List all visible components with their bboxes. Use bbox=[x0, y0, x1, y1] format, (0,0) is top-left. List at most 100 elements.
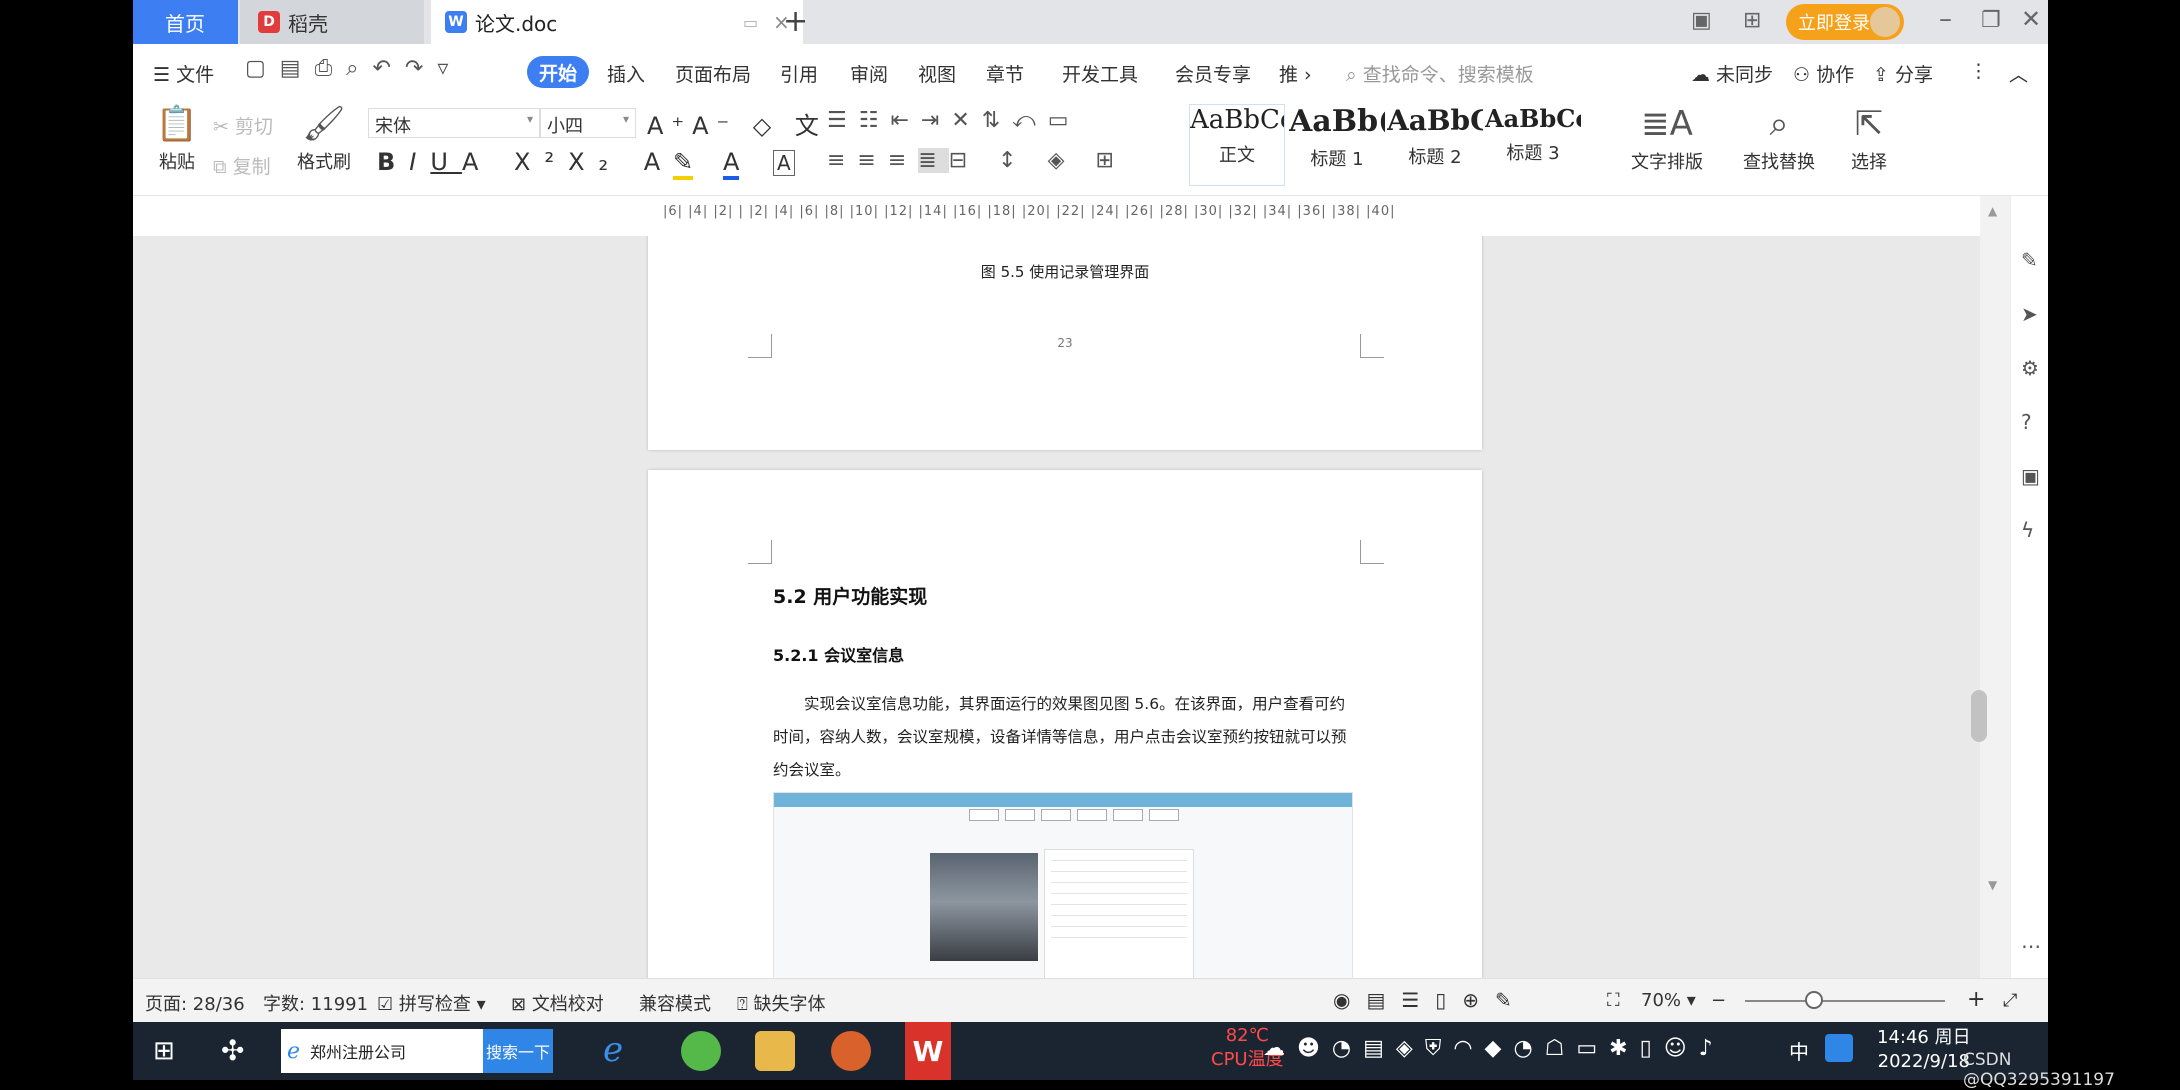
tab-insert[interactable]: 插入 bbox=[607, 60, 645, 87]
select-label: 选择 bbox=[1851, 152, 1887, 173]
style-heading2-preview: AaBbC bbox=[1387, 104, 1483, 137]
highlight-icon[interactable]: ✎ bbox=[673, 148, 694, 180]
qq-browser-icon[interactable] bbox=[1825, 1034, 1853, 1062]
embedded-screenshot bbox=[773, 792, 1353, 978]
find-replace-button[interactable]: ⌕ 查找替换 bbox=[1733, 104, 1825, 174]
taskbar-search-button[interactable]: 搜索一下 bbox=[483, 1029, 553, 1073]
close-icon[interactable]: ✕ bbox=[2021, 5, 2041, 33]
text-format-icons[interactable]: BIUA X²X₂ A bbox=[377, 148, 674, 176]
image-tool-icon[interactable]: ▣ bbox=[2021, 464, 2040, 488]
text-layout-button[interactable]: ≣A 文字排版 bbox=[1621, 104, 1713, 174]
zoom-in-icon[interactable]: + bbox=[1967, 987, 1985, 1012]
font-size-value: 小四 bbox=[547, 116, 583, 137]
scrollbar-thumb[interactable] bbox=[1971, 690, 1987, 742]
file-menu[interactable]: ☰ 文件 bbox=[153, 60, 214, 87]
missing-font-label: 缺失字体 bbox=[753, 994, 826, 1015]
tab-document[interactable]: W 论文.doc ▭ × bbox=[431, 0, 803, 44]
style-heading1[interactable]: AaBb(标题 1 bbox=[1289, 104, 1385, 186]
tab-developer[interactable]: 开发工具 bbox=[1062, 60, 1138, 87]
tab-start[interactable]: 开始 bbox=[527, 56, 589, 88]
clock[interactable]: 14:46 周日 2022/9/18 bbox=[1877, 1026, 1971, 1074]
tab-more[interactable]: 推 › bbox=[1279, 60, 1312, 87]
tab-chapter[interactable]: 章节 bbox=[986, 60, 1024, 87]
tab-review[interactable]: 审阅 bbox=[850, 60, 888, 87]
pen-icon[interactable]: ✎ bbox=[2021, 248, 2038, 272]
app-orange-icon[interactable] bbox=[831, 1031, 871, 1071]
format-painter-button[interactable]: 🖌 格式刷 bbox=[291, 104, 357, 174]
settings-sliders-icon[interactable]: ⚙ bbox=[2021, 356, 2039, 380]
restore-icon[interactable]: ❐ bbox=[1981, 8, 2001, 33]
format-painter-label: 格式刷 bbox=[297, 152, 351, 173]
page-indicator[interactable]: 页面: 28/36 bbox=[145, 990, 245, 1016]
view-mode-icons[interactable]: ◉▤☰▯⊕✎ bbox=[1333, 988, 1528, 1012]
tab-member[interactable]: 会员专享 bbox=[1175, 60, 1251, 87]
figure-caption: 图 5.5 使用记录管理界面 bbox=[980, 263, 1150, 281]
file-explorer-icon[interactable] bbox=[755, 1031, 795, 1071]
command-search[interactable]: ⌕ 查找命令、搜索模板 bbox=[1346, 60, 1534, 87]
more-icon[interactable]: ⋮ bbox=[1969, 60, 1988, 82]
fit-icon[interactable]: ⛶ bbox=[1607, 990, 1620, 1011]
ime-indicator[interactable]: 中 bbox=[1789, 1036, 1809, 1065]
text-layout-label: 文字排版 bbox=[1631, 152, 1703, 173]
char-border-icon[interactable]: A bbox=[773, 150, 795, 176]
browser-green-icon[interactable] bbox=[681, 1031, 721, 1071]
collab-label: 协作 bbox=[1816, 64, 1855, 86]
font-grow-shrink-icons[interactable]: A⁺A⁻ ◇ 文 bbox=[647, 106, 827, 141]
wps-taskbar-icon[interactable]: W bbox=[905, 1022, 951, 1080]
collapse-ribbon-icon[interactable]: ︿ bbox=[2009, 60, 2028, 87]
ie-browser-icon[interactable]: ℯ bbox=[603, 1030, 623, 1070]
taskbar-search[interactable]: ℯ 郑州注册公司 搜索一下 bbox=[281, 1029, 553, 1073]
layout-icon[interactable]: ▣ bbox=[1691, 8, 1712, 33]
copy-label: 复制 bbox=[232, 156, 271, 178]
more-dots-icon[interactable]: ⋯ bbox=[2021, 934, 2041, 958]
screen-icon[interactable]: ▭ bbox=[743, 13, 758, 32]
alignment-icons[interactable]: ≡≡≡≣⊟ ↕ ◈ ⊞ bbox=[827, 148, 1126, 173]
missing-font-button[interactable]: ⍰ 缺失字体 bbox=[737, 990, 826, 1016]
tray-icons[interactable]: ☁☻◔▤◈⛨◠◆◔☖▭✱▯☺♪ bbox=[1263, 1036, 1725, 1061]
pointer-icon[interactable]: ➤ bbox=[2021, 302, 2038, 326]
style-heading2[interactable]: AaBbC 标题 2 bbox=[1387, 104, 1483, 186]
doc-proof-button[interactable]: ⊠ 文档校对 bbox=[511, 990, 604, 1016]
collab-button[interactable]: ⚇ 协作 bbox=[1793, 60, 1854, 87]
login-button[interactable]: 立即登录 bbox=[1786, 4, 1904, 40]
word-count[interactable]: 字数: 11991 bbox=[263, 990, 368, 1016]
assistant-icon[interactable]: ✣ bbox=[221, 1034, 244, 1067]
select-button[interactable]: ⇱ 选择 bbox=[1839, 104, 1899, 174]
font-family-select[interactable]: 宋体 ▾ bbox=[368, 108, 540, 138]
tab-home-label: 首页 bbox=[165, 11, 205, 36]
tab-page-layout[interactable]: 页面布局 bbox=[675, 60, 751, 87]
cloud-icon: ☁ bbox=[1691, 64, 1710, 86]
font-size-select[interactable]: 小四 ▾ bbox=[540, 108, 636, 138]
vertical-scrollbar[interactable]: ▲ ▼ bbox=[1980, 196, 2010, 978]
copy-button[interactable]: ⧉ 复制 bbox=[213, 152, 271, 179]
zoom-out-icon[interactable]: − bbox=[1711, 990, 1726, 1011]
paste-button[interactable]: 📋 粘贴 bbox=[149, 104, 205, 174]
spell-check-button[interactable]: ☑ 拼写检查 ▾ bbox=[377, 990, 486, 1016]
cut-button[interactable]: ✂ 剪切 bbox=[213, 112, 273, 139]
windows-start-icon[interactable]: ⊞ bbox=[153, 1036, 175, 1066]
scroll-up-icon[interactable]: ▲ bbox=[1988, 204, 1997, 218]
lightning-icon[interactable]: ϟ bbox=[2021, 518, 2034, 542]
tab-home[interactable]: 首页 bbox=[133, 0, 238, 44]
zoom-slider-knob[interactable] bbox=[1805, 991, 1823, 1009]
minimize-icon[interactable]: – bbox=[1939, 4, 1952, 34]
grid-apps-icon[interactable]: ⊞ bbox=[1743, 8, 1761, 33]
tab-view[interactable]: 视图 bbox=[918, 60, 956, 87]
font-color-icon[interactable]: A bbox=[723, 148, 740, 180]
style-normal[interactable]: AaBbCcI 正文 bbox=[1189, 104, 1285, 186]
new-tab-icon[interactable]: + bbox=[783, 4, 808, 39]
zoom-slider[interactable] bbox=[1745, 1000, 1945, 1002]
sync-button[interactable]: ☁ 未同步 bbox=[1691, 60, 1773, 87]
quick-access-icons[interactable]: ▢▤⎙⌕↶↷▿ bbox=[245, 56, 462, 81]
zoom-level[interactable]: 70% ▾ bbox=[1641, 990, 1696, 1011]
style-heading3[interactable]: AaBbCcl 标题 3 bbox=[1485, 104, 1581, 186]
help-icon[interactable]: ? bbox=[2021, 410, 2032, 434]
scroll-down-icon[interactable]: ▼ bbox=[1988, 878, 1997, 892]
tab-daoke[interactable]: D 稻壳 bbox=[240, 0, 424, 44]
share-button[interactable]: ⇪ 分享 bbox=[1873, 60, 1933, 87]
list-indent-icons[interactable]: ☰☷⇤⇥✕⇅⤺▭ bbox=[827, 108, 1080, 133]
margin-corner bbox=[748, 540, 772, 564]
horizontal-ruler[interactable]: |6| |4| |2| | |2| |4| |6| |8| |10| |12| … bbox=[133, 196, 2048, 236]
tab-references[interactable]: 引用 bbox=[780, 60, 818, 87]
fullscreen-icon[interactable]: ⤢ bbox=[2003, 990, 2017, 1011]
